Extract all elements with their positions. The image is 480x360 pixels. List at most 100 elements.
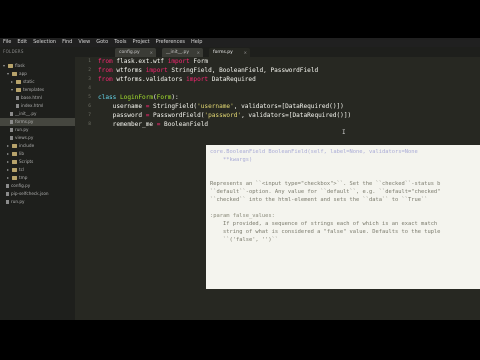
editor-tab[interactable]: __init__.py × (162, 48, 203, 57)
close-icon[interactable]: × (197, 48, 200, 57)
tab-label: __init__.py (166, 50, 190, 55)
file-item[interactable]: config.py (0, 182, 30, 190)
call: PasswordField( (149, 112, 205, 119)
editor-tab[interactable]: forms.py × (209, 48, 250, 57)
chevron-right-icon[interactable]: ▸ (6, 166, 10, 174)
chevron-down-icon[interactable]: ▾ (10, 86, 14, 94)
doc-param-text: If provided, a sequence of strings each … (210, 221, 438, 227)
line-number-gutter: 1 2 3 4 5 6 7 8 (75, 57, 93, 320)
sidebar-item-label: tmp (19, 175, 28, 180)
doc-description: Represents an ``<input type="checkbox">`… (210, 181, 441, 187)
file-icon (6, 184, 9, 188)
chevron-down-icon[interactable]: ▾ (2, 62, 6, 70)
sidebar-item-label: base.html (21, 95, 42, 100)
folder-item[interactable]: ▸ static (0, 78, 35, 86)
doc-signature[interactable]: core.BooleanField BooleanField(self, lab… (210, 148, 418, 156)
menu-item-tools[interactable]: Tools (111, 38, 129, 47)
menu-item-selection[interactable]: Selection (30, 38, 59, 47)
folder-icon (12, 72, 17, 76)
code-line-6: username = StringField('username', valid… (98, 102, 344, 111)
sidebar-item-label: run.py (11, 199, 25, 204)
line-number: 2 (88, 68, 91, 73)
tab-label: config.py (119, 50, 140, 55)
call-args: , validators=[DataRequired()]) (233, 103, 344, 110)
keyword: from (98, 67, 113, 74)
folder-item[interactable]: ▸ Scripts (0, 158, 33, 166)
menu-bar: File Edit Selection Find View Goto Tools Projec… (0, 38, 480, 47)
folder-item[interactable]: ▸ tmp (0, 174, 27, 182)
tab-bar: config.py × __init__.py × forms.py × (75, 47, 480, 57)
menu-item-project[interactable]: Project (130, 38, 153, 47)
folder-icon (8, 64, 13, 68)
chevron-down-icon[interactable]: ▾ (6, 70, 10, 78)
editor-tab[interactable]: config.py × (115, 48, 156, 57)
identifier: remember_me (98, 121, 157, 128)
menu-item-preferences[interactable]: Preferences (153, 38, 188, 47)
chevron-right-icon[interactable]: ▸ (10, 78, 14, 86)
file-item[interactable]: run.py (0, 198, 25, 206)
sidebar-item-label: Scripts (19, 159, 34, 164)
file-item[interactable]: __init__.py (0, 110, 36, 118)
folder-item[interactable]: ▸ lib (0, 150, 24, 158)
file-icon (16, 104, 19, 108)
menu-item-goto[interactable]: Goto (93, 38, 111, 47)
code-line-3: from wtforms.validators import DataRequi… (98, 75, 256, 84)
sidebar-item-label: views.py (15, 135, 34, 140)
keyword: from (98, 58, 113, 65)
sidebar-item-label: templates (23, 87, 45, 92)
chevron-right-icon[interactable]: ▸ (6, 150, 10, 158)
file-item[interactable]: views.py (0, 134, 33, 142)
keyword: import (167, 58, 190, 65)
folder-icon (12, 168, 17, 172)
line-number: 7 (88, 113, 91, 118)
doc-description: ``checked`` into the html-element and se… (210, 197, 428, 203)
file-icon (16, 96, 19, 100)
documentation-popup[interactable]: core.BooleanField BooleanField(self, lab… (206, 145, 480, 289)
sidebar-item-label: config.py (11, 183, 31, 188)
menu-item-help[interactable]: Help (188, 38, 205, 47)
close-icon[interactable]: × (244, 48, 247, 57)
keyword: class (98, 94, 117, 101)
menu-item-view[interactable]: View (75, 38, 93, 47)
sidebar-item-label: __init__.py (15, 111, 37, 116)
module-name: wtforms.validators (112, 76, 187, 83)
keyword: import (186, 76, 209, 83)
menu-item-file[interactable]: File (0, 38, 14, 47)
module-name: wtforms (112, 67, 146, 74)
sidebar-title: FOLDERS (3, 49, 24, 54)
file-item[interactable]: forms.py (0, 118, 85, 126)
file-item[interactable]: pip-selfcheck.json (0, 190, 49, 198)
chevron-right-icon[interactable]: ▸ (6, 174, 10, 182)
folder-item[interactable]: ▸ include (0, 142, 34, 150)
chevron-right-icon[interactable]: ▸ (6, 158, 10, 166)
code-line-5: class LoginForm(Form): (98, 93, 179, 102)
file-item[interactable]: base.html (0, 94, 42, 102)
string-literal: 'password' (204, 112, 242, 119)
file-item[interactable]: run.py (0, 126, 29, 134)
keyword: import (145, 67, 168, 74)
file-icon (10, 136, 13, 140)
folder-item[interactable]: ▾ flask (0, 62, 25, 70)
menu-item-edit[interactable]: Edit (14, 38, 30, 47)
class-name: LoginForm (116, 94, 154, 101)
chevron-right-icon[interactable]: ▸ (6, 142, 10, 150)
code-line-8: remember_me = BooleanField (98, 120, 208, 129)
sidebar-item-label: include (19, 143, 35, 148)
folder-item[interactable]: ▾ app (0, 70, 27, 78)
doc-signature-cont: **kwargs) (210, 157, 253, 163)
doc-param-text: string of what is considered a "false" v… (210, 229, 441, 235)
sidebar: FOLDERS ▾ flask ▾ app ▸ static ▾ templates base.… (0, 47, 85, 320)
line-number: 4 (88, 86, 91, 91)
menu-item-find[interactable]: Find (59, 38, 75, 47)
folder-icon (12, 160, 17, 164)
file-icon (10, 112, 13, 116)
call: StringField( (149, 103, 198, 110)
folder-item[interactable]: ▾ templates (0, 86, 44, 94)
sidebar-item-label: lib (19, 151, 24, 156)
doc-param-text: ``('false', '')`` (210, 237, 279, 243)
file-item[interactable]: index.html (0, 102, 43, 110)
punctuation: ): (171, 94, 179, 101)
folder-icon (12, 176, 17, 180)
folder-item[interactable]: ▸ tcl (0, 166, 24, 174)
close-icon[interactable]: × (150, 48, 153, 57)
